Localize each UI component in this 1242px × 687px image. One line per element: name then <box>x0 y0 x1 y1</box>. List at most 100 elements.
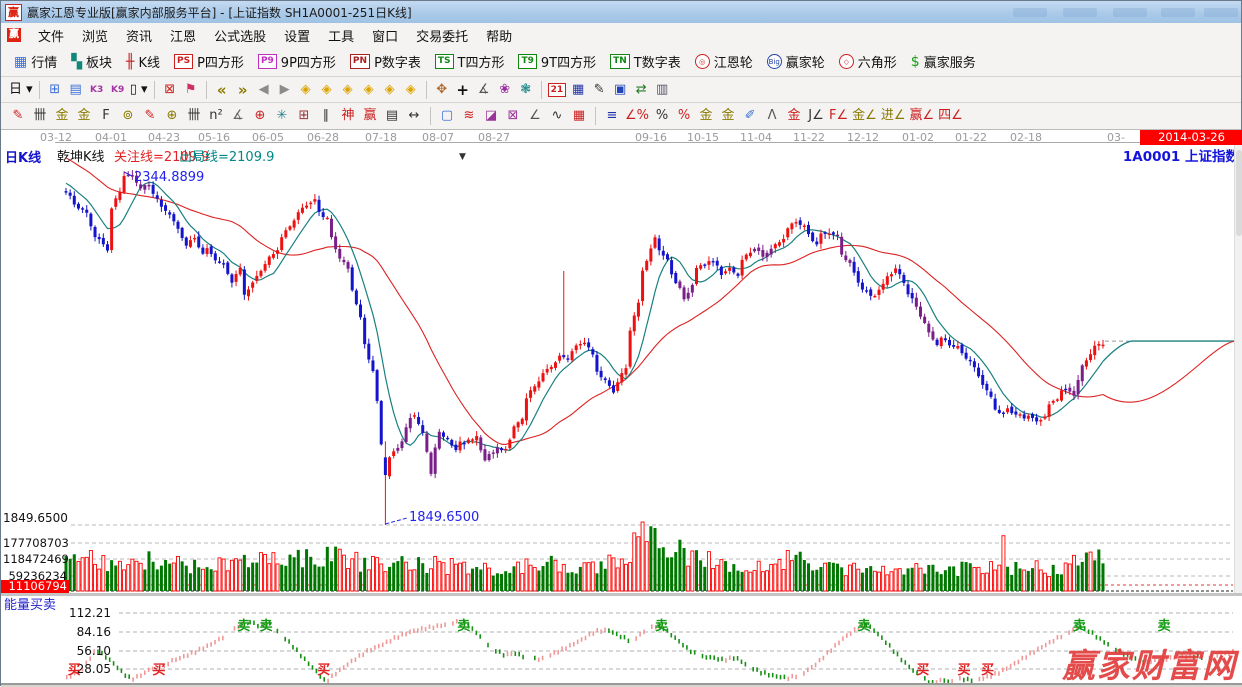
candle-style-selector[interactable]: ▯ ▾ <box>130 80 148 99</box>
jump-last-icon[interactable]: » <box>234 80 252 99</box>
hand-pan-icon[interactable]: ✥ <box>433 80 451 99</box>
menu-item-江恩[interactable]: 江恩 <box>161 24 205 47</box>
width-measure-tool-icon[interactable]: ↔ <box>405 107 423 126</box>
gold-box-tool-icon[interactable]: 金 <box>785 107 803 126</box>
menu-item-交易委托[interactable]: 交易委托 <box>407 24 477 47</box>
winner-service-button[interactable]: $赢家服务 <box>904 50 983 74</box>
shen-tool-icon[interactable]: 神 <box>339 107 357 126</box>
remote-pc-icon[interactable]: ▥ <box>653 80 671 99</box>
crosshair-icon[interactable]: + <box>454 80 472 99</box>
boxed-fan-tool-icon[interactable]: ◪ <box>482 107 500 126</box>
gold-section-tool-icon[interactable]: 金 <box>53 107 71 126</box>
square-number-tool-icon[interactable]: n² <box>207 107 225 126</box>
pencil-tool-icon[interactable]: ✎ <box>9 107 27 126</box>
period-day-selector[interactable]: 日 ▾ <box>9 80 33 99</box>
kline3-icon[interactable]: K3 <box>88 80 106 99</box>
pct-angle-tool-icon[interactable]: ∠% <box>625 107 649 126</box>
blue-pencil-tool-icon[interactable]: ✐ <box>741 107 759 126</box>
gann-diamond-left-icon[interactable]: ◈ <box>297 80 315 99</box>
color-flag-icon[interactable]: ⚑ <box>182 80 200 99</box>
percent-red-tool-icon[interactable]: % <box>675 107 693 126</box>
step-back-icon[interactable]: ◀ <box>255 80 273 99</box>
t9-square-button[interactable]: T99T四方形 <box>511 50 603 74</box>
sell-marker: 卖 <box>655 615 668 634</box>
fan-lines-tool-icon[interactable]: ≋ <box>460 107 478 126</box>
menu-item-文件[interactable]: 文件 <box>29 24 73 47</box>
quote-button[interactable]: ▦行情 <box>7 50 64 74</box>
kline-button[interactable]: ╫K线 <box>119 50 167 74</box>
select-box-tool-icon[interactable]: ▢ <box>438 107 456 126</box>
titlebar[interactable]: 赢 赢家江恩专业版[赢家内部服务平台] - [上证指数 SH1A0001-251… <box>1 1 1241 24</box>
winner-wheel-button[interactable]: Big赢家轮 <box>760 50 832 74</box>
angle-measure-icon[interactable]: ∡ <box>475 80 493 99</box>
angle-ying-tool-icon[interactable]: 赢∠ <box>909 107 934 126</box>
hatch2-tool-icon[interactable]: 卌 <box>185 107 203 126</box>
window-pattern-icon[interactable]: ⊞ <box>46 80 64 99</box>
scrollbar-thumb[interactable] <box>1236 150 1242 236</box>
angle-jin-tool-icon[interactable]: 进∠ <box>881 107 906 126</box>
p9-square-button[interactable]: P99P四方形 <box>251 50 343 74</box>
t-number-button[interactable]: TNT数字表 <box>603 50 688 74</box>
gold-section2-tool-icon[interactable]: 金 <box>75 107 93 126</box>
sector-button[interactable]: ▚板块 <box>64 50 119 74</box>
angle2-tool-icon[interactable]: ∠ <box>526 107 544 126</box>
hexagon-button[interactable]: ◇六角形 <box>832 50 904 74</box>
p-number-button[interactable]: PNP数字表 <box>343 50 428 74</box>
calculator-icon[interactable]: ▦ <box>569 80 587 99</box>
step-forward-icon[interactable]: ▶ <box>276 80 294 99</box>
ying-tool-icon[interactable]: 赢 <box>361 107 379 126</box>
gold-oval-tool-icon[interactable]: 金 <box>697 107 715 126</box>
pencil2-tool-icon[interactable]: ✎ <box>141 107 159 126</box>
angle-j-tool-icon[interactable]: J∠ <box>807 107 825 126</box>
compass-tool-icon[interactable]: ⊕ <box>251 107 269 126</box>
net-sync-icon[interactable]: ⇄ <box>632 80 650 99</box>
p9-box-icon: P9 <box>258 54 277 69</box>
menu-item-浏览[interactable]: 浏览 <box>73 24 117 47</box>
gann-clock-tool-icon[interactable]: ⊕ <box>163 107 181 126</box>
p-square-button[interactable]: PSP四方形 <box>167 50 251 74</box>
info-list-icon[interactable]: ▤ <box>67 80 85 99</box>
calendar-icon[interactable]: 21 <box>548 80 567 99</box>
boxed-web-tool-icon[interactable]: ⊞ <box>295 107 313 126</box>
web-tool-icon[interactable]: ✳ <box>273 107 291 126</box>
percent-tool-icon[interactable]: % <box>653 107 671 126</box>
kline9-icon[interactable]: K9 <box>109 80 127 99</box>
chart-canvas[interactable] <box>1 130 1242 687</box>
vertical-scrollbar[interactable] <box>1234 144 1242 593</box>
gann-diamond-h-icon[interactable]: ◈ <box>339 80 357 99</box>
menu-item-公式选股[interactable]: 公式选股 <box>205 24 275 47</box>
fibo-tool-icon[interactable]: F <box>97 107 115 126</box>
gann-diamond-right-icon[interactable]: ◈ <box>318 80 336 99</box>
wave-tool-icon[interactable]: ∿ <box>548 107 566 126</box>
qiankun-box-icon[interactable]: ⊠ <box>161 80 179 99</box>
red-grid-tool-icon[interactable]: ▦ <box>570 107 588 126</box>
gann-diamond-v-icon[interactable]: ◈ <box>381 80 399 99</box>
gann-wheel-button[interactable]: ◎江恩轮 <box>688 50 760 74</box>
save-icon[interactable]: ▣ <box>611 80 629 99</box>
angle-si-tool-icon[interactable]: 四∠ <box>938 107 963 126</box>
menu-item-设置[interactable]: 设置 <box>275 24 319 47</box>
angle-f-tool-icon[interactable]: F∠ <box>829 107 848 126</box>
menu-item-窗口[interactable]: 窗口 <box>363 24 407 47</box>
ruler-tool-icon[interactable]: ▤ <box>383 107 401 126</box>
levels-tool-icon[interactable]: ≡ <box>603 107 621 126</box>
menu-item-资讯[interactable]: 资讯 <box>117 24 161 47</box>
gann-diamond-x-icon[interactable]: ◈ <box>360 80 378 99</box>
spiral-tool-icon[interactable]: ⊚ <box>119 107 137 126</box>
boxed-grid-tool-icon[interactable]: ⊠ <box>504 107 522 126</box>
gann-flower-icon[interactable]: ❀ <box>496 80 514 99</box>
wave-spiral-icon[interactable]: ❃ <box>517 80 535 99</box>
lambda-wave-tool-icon[interactable]: Λ <box>763 107 781 126</box>
angle-gold-tool-icon[interactable]: 金∠ <box>852 107 877 126</box>
current-date-badge: 2014-03-26 <box>1140 130 1242 145</box>
menu-item-工具[interactable]: 工具 <box>319 24 363 47</box>
gold-line-tool-icon[interactable]: 金 <box>719 107 737 126</box>
hatch-tool-icon[interactable]: 卌 <box>31 107 49 126</box>
memo-icon[interactable]: ✎ <box>590 80 608 99</box>
gann-diamond-all-icon[interactable]: ◈ <box>402 80 420 99</box>
parallel-tool-icon[interactable]: ∥ <box>317 107 335 126</box>
t-square-button[interactable]: TST四方形 <box>428 50 512 74</box>
jump-first-icon[interactable]: « <box>213 80 231 99</box>
angle-tool-icon[interactable]: ∡ <box>229 107 247 126</box>
menu-item-帮助[interactable]: 帮助 <box>477 24 521 47</box>
